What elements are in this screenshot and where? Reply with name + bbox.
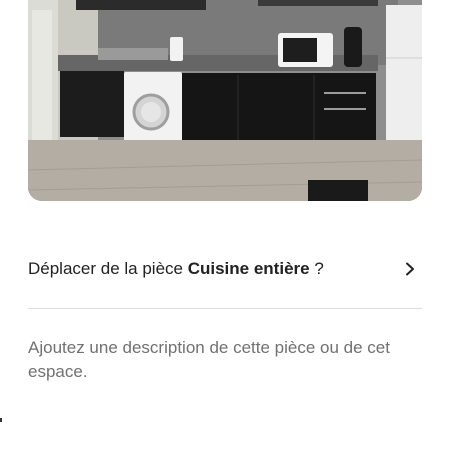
section-divider: [28, 308, 422, 309]
move-room-prefix: Déplacer de la pièce: [28, 259, 188, 278]
move-room-text: Déplacer de la pièce Cuisine entière ?: [28, 259, 324, 279]
edge-mark: [0, 418, 2, 422]
move-room-row[interactable]: Déplacer de la pièce Cuisine entière ?: [28, 250, 422, 288]
room-name: Cuisine entière: [187, 259, 310, 278]
kitchen-photo-illustration: [28, 0, 422, 201]
room-photo[interactable]: [28, 0, 422, 201]
description-input[interactable]: [28, 336, 422, 396]
move-room-suffix: ?: [309, 259, 324, 278]
chevron-right-icon: [402, 261, 418, 277]
